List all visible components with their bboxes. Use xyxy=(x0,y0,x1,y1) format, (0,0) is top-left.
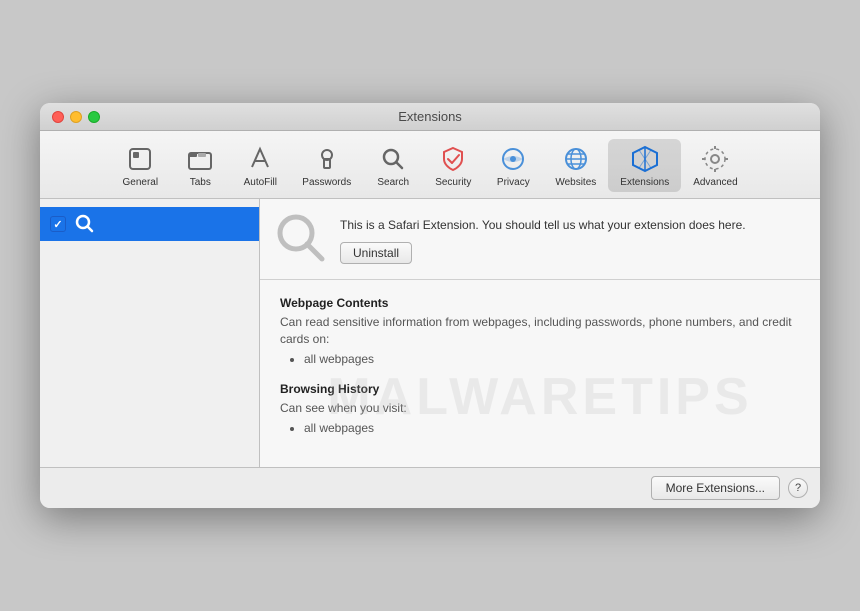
permissions-section: Webpage Contents Can read sensitive info… xyxy=(260,280,820,466)
advanced-icon xyxy=(699,143,731,175)
toolbar-item-privacy-label: Privacy xyxy=(497,177,530,188)
toolbar-item-general[interactable]: General xyxy=(110,139,170,192)
minimize-button[interactable] xyxy=(70,111,82,123)
toolbar-item-advanced-label: Advanced xyxy=(693,177,737,188)
permission-title-history: Browsing History xyxy=(280,382,800,396)
maximize-button[interactable] xyxy=(88,111,100,123)
toolbar-icons: General Tabs xyxy=(110,139,749,192)
close-button[interactable] xyxy=(52,111,64,123)
sidebar-search-icon xyxy=(74,213,96,235)
passwords-icon xyxy=(311,143,343,175)
sidebar xyxy=(40,199,260,466)
permission-list-webpage: all webpages xyxy=(280,352,800,366)
toolbar-item-security[interactable]: Security xyxy=(423,139,483,192)
bottom-bar: More Extensions... ? xyxy=(40,467,820,508)
toolbar-item-passwords[interactable]: Passwords xyxy=(290,139,363,192)
toolbar-item-websites-label: Websites xyxy=(555,177,596,188)
permission-desc-history: Can see when you visit: xyxy=(280,400,800,417)
toolbar-item-tabs-label: Tabs xyxy=(190,177,211,188)
main-window: Extensions General xyxy=(40,103,820,507)
toolbar-item-security-label: Security xyxy=(435,177,471,188)
permission-title-webpage: Webpage Contents xyxy=(280,296,800,310)
extension-icon xyxy=(276,215,326,265)
toolbar: General Tabs xyxy=(40,131,820,199)
toolbar-item-autofill[interactable]: AutoFill xyxy=(230,139,290,192)
extensions-icon xyxy=(629,143,661,175)
security-icon xyxy=(437,143,469,175)
toolbar-item-search-label: Search xyxy=(377,177,409,188)
toolbar-item-tabs[interactable]: Tabs xyxy=(170,139,230,192)
toolbar-item-autofill-label: AutoFill xyxy=(244,177,277,188)
help-button[interactable]: ? xyxy=(788,478,808,498)
toolbar-item-advanced[interactable]: Advanced xyxy=(681,139,749,192)
extension-header: This is a Safari Extension. You should t… xyxy=(260,199,820,280)
toolbar-item-privacy[interactable]: Privacy xyxy=(483,139,543,192)
detail-panel: MALWARETIPS This is a Safari Extension. … xyxy=(260,199,820,466)
extension-description: This is a Safari Extension. You should t… xyxy=(340,217,804,234)
toolbar-item-search[interactable]: Search xyxy=(363,139,423,192)
permission-group-history: Browsing History Can see when you visit:… xyxy=(280,382,800,435)
window-title: Extensions xyxy=(398,109,462,124)
more-extensions-button[interactable]: More Extensions... xyxy=(651,476,780,500)
websites-icon xyxy=(560,143,592,175)
privacy-icon xyxy=(497,143,529,175)
search-toolbar-icon xyxy=(377,143,409,175)
toolbar-item-general-label: General xyxy=(123,177,159,188)
extension-checkbox[interactable] xyxy=(50,216,66,232)
permission-desc-webpage: Can read sensitive information from webp… xyxy=(280,314,800,348)
permission-group-webpage: Webpage Contents Can read sensitive info… xyxy=(280,296,800,366)
sidebar-item-search-ext[interactable] xyxy=(40,207,259,241)
toolbar-item-websites[interactable]: Websites xyxy=(543,139,608,192)
toolbar-item-extensions[interactable]: Extensions xyxy=(608,139,681,192)
permission-list-item: all webpages xyxy=(304,352,800,366)
tabs-icon xyxy=(184,143,216,175)
main-content: MALWARETIPS This is a Safari Extension. … xyxy=(40,199,820,466)
general-icon xyxy=(124,143,156,175)
extension-info: This is a Safari Extension. You should t… xyxy=(340,217,804,264)
titlebar: Extensions xyxy=(40,103,820,131)
autofill-icon xyxy=(244,143,276,175)
toolbar-item-passwords-label: Passwords xyxy=(302,177,351,188)
traffic-lights xyxy=(52,111,100,123)
permission-list-item: all webpages xyxy=(304,421,800,435)
uninstall-button[interactable]: Uninstall xyxy=(340,242,412,264)
permission-list-history: all webpages xyxy=(280,421,800,435)
toolbar-item-extensions-label: Extensions xyxy=(620,177,669,188)
